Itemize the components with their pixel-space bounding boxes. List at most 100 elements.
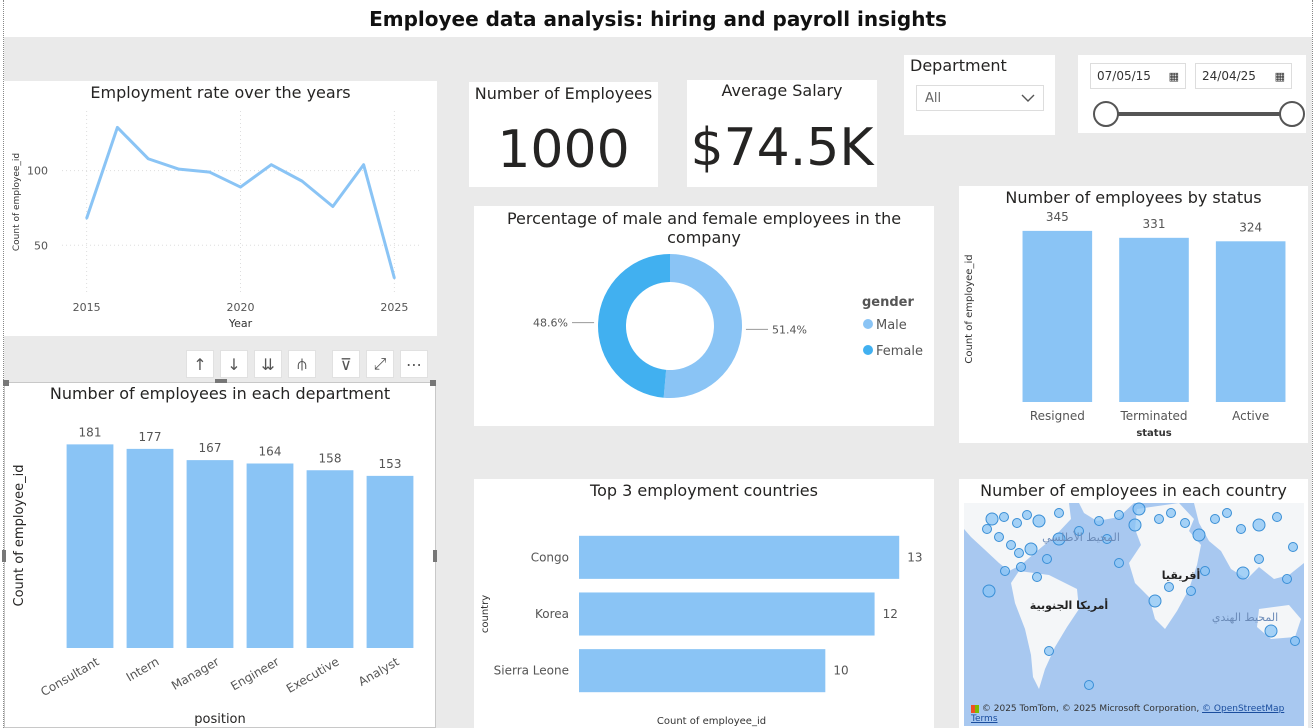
x-tick-label: Consultant [38,654,101,699]
country-bubble[interactable] [1282,574,1292,584]
line-chart-card[interactable]: Employment rate over the years 2015 2020 2… [4,81,437,336]
country-bubble[interactable] [1128,518,1142,532]
y-axis-title: Count of employee_id [12,465,27,607]
resize-handle-top-right[interactable] [430,380,436,386]
data-label: 331 [1143,217,1166,231]
country-bubble[interactable] [982,584,996,598]
slice-label: 51.4% [772,323,807,336]
slice-label: 48.6% [533,317,568,330]
average-salary-label: Average Salary [721,81,843,100]
country-bubble[interactable] [1222,508,1232,518]
country-bubble[interactable] [1044,646,1054,656]
resize-handle-left[interactable] [2,550,6,562]
country-bubble[interactable] [1084,680,1094,690]
country-map-card[interactable]: Number of employees in each country المح… [959,479,1308,728]
country-bubble[interactable] [1236,566,1250,580]
gender-chart-card[interactable]: Percentage of male and female employees … [474,206,934,426]
x-tick-label: Resigned [1030,409,1085,423]
resize-handle-right[interactable] [433,550,437,562]
average-salary-card[interactable]: Average Salary $74.5K [687,80,877,187]
x-tick-label: Active [1232,409,1269,423]
country-bubble[interactable] [1180,518,1190,528]
country-bubble[interactable] [1254,554,1264,564]
terms-link[interactable]: Terms [971,714,998,724]
status-chart-title: Number of employees by status [1005,188,1262,207]
country-bubble[interactable] [1114,558,1124,568]
department-dropdown[interactable]: All [916,85,1044,111]
country-bubble[interactable] [1032,572,1042,582]
country-bubble[interactable] [1252,518,1266,532]
date-slider-start-handle[interactable] [1093,101,1119,127]
country-bubble[interactable] [1164,582,1174,592]
resize-handle-top[interactable] [215,379,227,383]
drill-down-icon[interactable]: ⫛ [288,350,316,378]
expand-all-down-icon[interactable]: ⇊ [254,350,282,378]
country-bubble[interactable] [1166,508,1176,518]
y-axis-title: country [480,595,491,633]
openstreetmap-link[interactable]: © OpenStreetMap [1202,704,1284,714]
country-bubble[interactable] [1016,562,1026,572]
sort-down-icon[interactable]: ↓ [220,350,248,378]
data-label: 181 [79,425,102,439]
start-date-value: 07/05/15 [1097,69,1151,83]
slice-female [598,254,670,398]
more-options-icon[interactable]: ⋯ [400,350,428,378]
date-slider-end-handle[interactable] [1279,101,1305,127]
start-date-input[interactable]: 07/05/15 ▦ [1090,63,1186,89]
world-map[interactable]: المحيط الأطلسي أمريكا الجنوبية أفريقيا ا… [959,479,1308,728]
country-bubble[interactable] [1272,512,1282,522]
country-bubble[interactable] [1022,510,1032,520]
resize-handle-top-left[interactable] [3,380,9,386]
country-bubble[interactable] [1032,514,1046,528]
average-salary-value: $74.5K [690,118,874,178]
status-chart-card[interactable]: Number of employees by status 345 Resigne… [959,186,1308,443]
country-bubble[interactable] [1000,566,1010,576]
dashboard-title-bar: Employee data analysis: hiring and payro… [4,0,1312,37]
slice-male [663,254,743,398]
country-bubble[interactable] [1042,554,1052,564]
department-chart-card[interactable]: Number of employees in each department 1… [4,382,436,728]
date-slider-track[interactable] [1106,112,1292,116]
end-date-input[interactable]: 24/04/25 ▦ [1195,63,1292,89]
country-bubble[interactable] [1200,566,1210,576]
country-bubble[interactable] [1288,542,1298,552]
country-bubble[interactable] [1132,502,1146,516]
employee-count-card[interactable]: Number of Employees 1000 [469,82,658,187]
country-bubble[interactable] [1236,524,1246,534]
filter-icon[interactable]: ⊽ [332,350,360,378]
data-point-2016 [116,126,119,129]
country-bubble[interactable] [1012,518,1022,528]
country-bubble[interactable] [1264,624,1278,638]
department-bar-chart: 181 Consultant 177 Intern 167 Manager 164 Engin… [12,425,414,727]
country-bubble[interactable] [999,512,1009,522]
country-bubble[interactable] [1014,548,1024,558]
country-bubble[interactable] [1290,636,1300,646]
country-bubble[interactable] [985,512,999,526]
focus-mode-icon[interactable]: ⤢ [366,350,394,378]
countries-chart-card[interactable]: Top 3 employment countries 13 Congo 12 Kore… [474,479,934,728]
map-label-south-america: أمريكا الجنوبية [1030,598,1108,612]
country-bubble[interactable] [1024,542,1038,556]
country-bubble[interactable] [982,524,992,534]
y-tick-label: 100 [27,165,48,178]
country-bubble[interactable] [1210,514,1220,524]
country-bubble[interactable] [1094,516,1104,526]
bar-sierra-leone [579,649,826,693]
sort-up-icon[interactable]: ↑ [186,350,214,378]
calendar-icon[interactable]: ▦ [1169,70,1179,83]
country-bubble[interactable] [1148,594,1162,608]
bar-engineer [246,463,294,648]
bar-korea [579,592,875,636]
country-bubble[interactable] [1114,510,1124,520]
data-point-2022 [300,179,304,183]
country-bubble[interactable] [1192,528,1206,542]
department-slicer-label: Department [910,56,1007,75]
x-tick-label: Terminated [1119,409,1187,423]
country-bubble[interactable] [994,532,1004,542]
country-bubble[interactable] [1006,540,1016,550]
country-bubble[interactable] [1186,586,1196,596]
country-bubble[interactable] [1154,514,1164,524]
country-bubble[interactable] [1054,508,1064,518]
employee-count-label: Number of Employees [474,84,653,103]
calendar-icon[interactable]: ▦ [1275,70,1285,83]
